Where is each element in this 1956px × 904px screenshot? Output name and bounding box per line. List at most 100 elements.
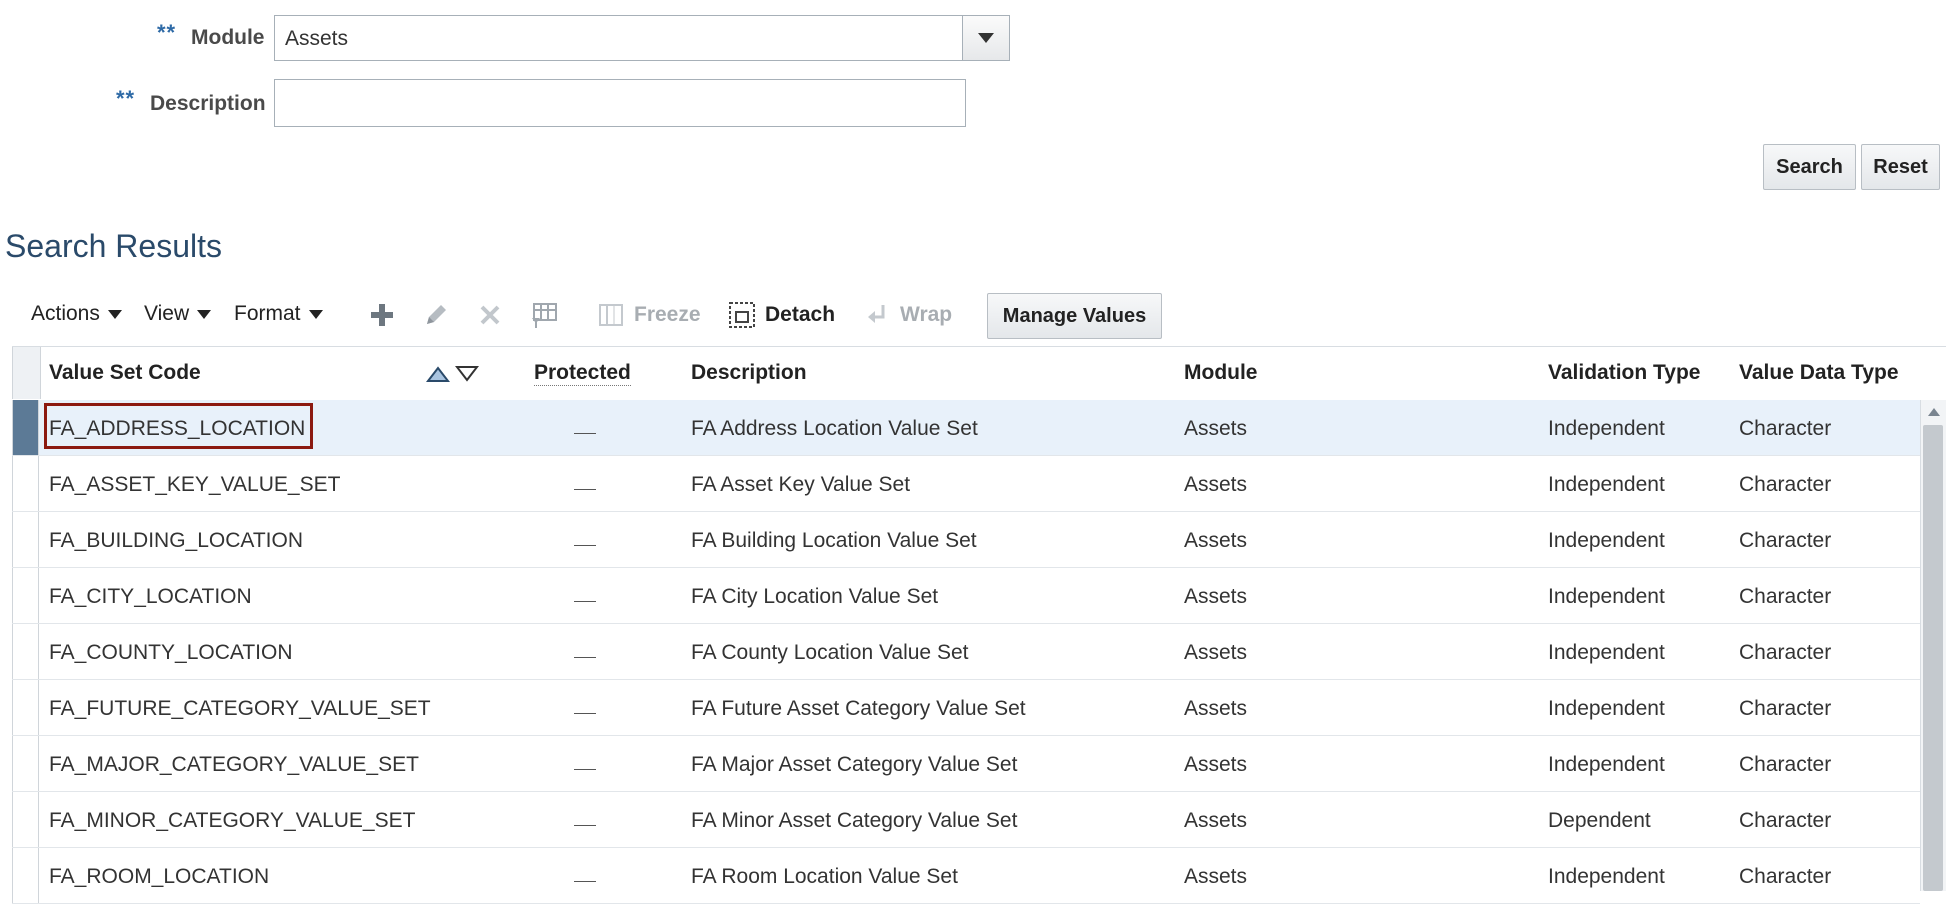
cell-value-set-code[interactable]: FA_BUILDING_LOCATION <box>49 529 303 553</box>
cell-validation-type: Independent <box>1548 753 1665 776</box>
column-header-module[interactable]: Module <box>1184 361 1258 385</box>
protected-indicator <box>574 881 596 882</box>
module-dropdown-button[interactable] <box>962 16 1009 60</box>
cell-description: FA Future Asset Category Value Set <box>691 697 1026 720</box>
table-row[interactable]: FA_ROOM_LOCATION FA Room Location Value … <box>12 848 1920 904</box>
query-by-example-icon[interactable] <box>528 300 560 332</box>
actions-menu-label: Actions <box>31 302 100 325</box>
detach-button[interactable]: Detach <box>765 303 835 327</box>
cell-value-data-type: Character <box>1739 473 1832 496</box>
cell-module: Assets <box>1184 585 1248 608</box>
cell-value-set-code[interactable]: FA_FUTURE_CATEGORY_VALUE_SET <box>49 697 431 721</box>
column-header-value-set-code[interactable]: Value Set Code <box>49 361 201 385</box>
chevron-down-icon <box>308 309 323 319</box>
cell-value-data-type: Character <box>1739 417 1832 440</box>
cell-validation-type: Independent <box>1548 697 1665 720</box>
search-results-title: Search Results <box>5 228 222 264</box>
cell-module: Assets <box>1184 641 1248 664</box>
table-row[interactable]: FA_MAJOR_CATEGORY_VALUE_SET FA Major Ass… <box>12 736 1920 792</box>
cell-value-data-type: Character <box>1739 585 1832 608</box>
delete-icon[interactable] <box>475 300 505 330</box>
table-row[interactable]: FA_MINOR_CATEGORY_VALUE_SET FA Minor Ass… <box>12 792 1920 848</box>
cell-validation-type: Independent <box>1548 865 1665 888</box>
wrap-icon <box>868 305 885 323</box>
cell-value-data-type: Character <box>1739 753 1832 776</box>
cell-value-data-type: Character <box>1739 697 1832 720</box>
manage-values-button[interactable]: Manage Values <box>987 293 1162 339</box>
protected-indicator <box>574 433 596 434</box>
edit-icon[interactable] <box>421 300 451 330</box>
row-selector[interactable] <box>12 568 39 623</box>
add-icon[interactable] <box>367 300 397 330</box>
vertical-scrollbar[interactable] <box>1920 400 1946 891</box>
table-row[interactable]: FA_ASSET_KEY_VALUE_SET FA Asset Key Valu… <box>12 456 1920 512</box>
row-selector[interactable] <box>12 400 39 455</box>
chevron-down-icon <box>978 33 994 43</box>
format-menu-label: Format <box>234 302 301 325</box>
protected-indicator <box>574 825 596 826</box>
row-selector[interactable] <box>12 456 39 511</box>
cell-module: Assets <box>1184 865 1248 888</box>
scrollbar-thumb[interactable] <box>1923 425 1943 891</box>
cell-value-set-code[interactable]: FA_MAJOR_CATEGORY_VALUE_SET <box>49 753 419 777</box>
cell-value-data-type: Character <box>1739 529 1832 552</box>
cell-description: FA Minor Asset Category Value Set <box>691 809 1018 832</box>
cell-value-set-code[interactable]: FA_COUNTY_LOCATION <box>49 641 293 665</box>
sort-descending-icon[interactable] <box>455 365 479 383</box>
sort-ascending-icon[interactable] <box>426 365 450 383</box>
cell-description: FA Room Location Value Set <box>691 865 958 888</box>
cell-value-set-code[interactable]: FA_ASSET_KEY_VALUE_SET <box>49 473 340 497</box>
protected-indicator <box>574 545 596 546</box>
cell-validation-type: Independent <box>1548 417 1665 440</box>
table-row[interactable]: FA_FUTURE_CATEGORY_VALUE_SET FA Future A… <box>12 680 1920 736</box>
reset-button[interactable]: Reset <box>1861 144 1940 190</box>
description-input[interactable] <box>274 79 966 127</box>
module-label: Module <box>191 26 265 49</box>
table-top-border <box>12 346 1946 347</box>
freeze-icon <box>599 304 623 326</box>
table-row[interactable]: FA_ADDRESS_LOCATION FA Address Location … <box>12 400 1920 456</box>
row-selector[interactable] <box>12 792 39 847</box>
table-row[interactable]: FA_CITY_LOCATION FA City Location Value … <box>12 568 1920 624</box>
header-row-selector <box>12 347 41 399</box>
column-header-description[interactable]: Description <box>691 361 807 385</box>
view-menu[interactable]: View <box>144 302 212 326</box>
freeze-button[interactable]: Freeze <box>634 303 701 327</box>
cell-module: Assets <box>1184 529 1248 552</box>
protected-indicator <box>574 601 596 602</box>
table-row[interactable]: FA_COUNTY_LOCATION FA County Location Va… <box>12 624 1920 680</box>
format-menu[interactable]: Format <box>234 302 323 326</box>
chevron-down-icon <box>107 309 122 319</box>
cell-validation-type: Independent <box>1548 529 1665 552</box>
scroll-up-icon[interactable] <box>1928 408 1940 416</box>
search-button[interactable]: Search <box>1763 144 1856 190</box>
table-row[interactable]: FA_BUILDING_LOCATION FA Building Locatio… <box>12 512 1920 568</box>
protected-indicator <box>574 769 596 770</box>
column-header-protected[interactable]: Protected <box>534 361 631 386</box>
wrap-button[interactable]: Wrap <box>900 303 952 327</box>
row-selector[interactable] <box>12 680 39 735</box>
actions-menu[interactable]: Actions <box>31 302 122 326</box>
cell-description: FA Building Location Value Set <box>691 529 977 552</box>
cell-module: Assets <box>1184 809 1248 832</box>
cell-description: FA Asset Key Value Set <box>691 473 911 496</box>
cell-description: FA Major Asset Category Value Set <box>691 753 1018 776</box>
protected-indicator <box>574 657 596 658</box>
column-header-value-data-type[interactable]: Value Data Type <box>1739 361 1899 385</box>
cell-validation-type: Independent <box>1548 641 1665 664</box>
column-header-validation-type[interactable]: Validation Type <box>1548 361 1700 385</box>
cell-value-set-code[interactable]: FA_ROOM_LOCATION <box>49 865 269 889</box>
row-selector[interactable] <box>12 848 39 903</box>
module-select[interactable]: Assets <box>274 15 1010 61</box>
row-selector[interactable] <box>12 624 39 679</box>
cell-validation-type: Independent <box>1548 585 1665 608</box>
row-selector[interactable] <box>12 736 39 791</box>
cell-validation-type: Independent <box>1548 473 1665 496</box>
cell-description: FA City Location Value Set <box>691 585 939 608</box>
cell-module: Assets <box>1184 473 1248 496</box>
row-selector[interactable] <box>12 512 39 567</box>
cell-value-set-code[interactable]: FA_CITY_LOCATION <box>49 585 252 609</box>
cell-value-set-code[interactable]: FA_MINOR_CATEGORY_VALUE_SET <box>49 809 415 833</box>
cell-validation-type: Dependent <box>1548 809 1651 832</box>
cell-value-set-code[interactable]: FA_ADDRESS_LOCATION <box>49 417 305 441</box>
